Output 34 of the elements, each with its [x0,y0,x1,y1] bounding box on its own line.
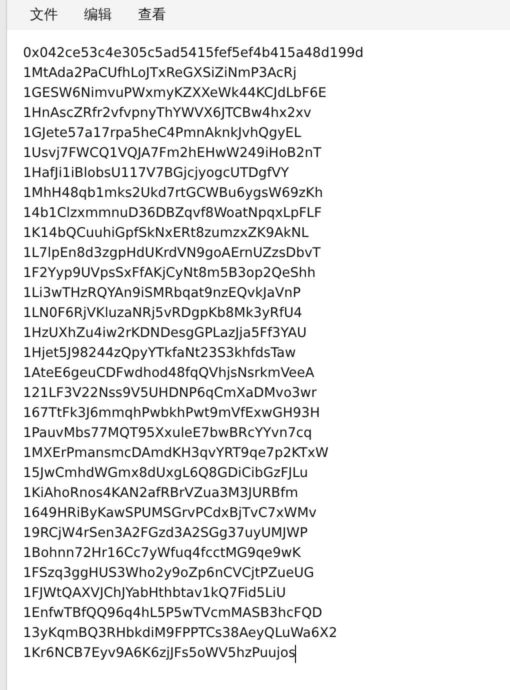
text-line: 1649HRiByKawSPUMSGrvPCdxBjTvC7xWMv [23,505,317,523]
text-line: 13yKqmBQ3RHbkdiM9FPPTCs38AeyQLuWa6X2 [23,625,338,643]
text-line: 1Usvj7FWCQ1VQJA7Fm2hEHwW249iHoB2nT [23,145,322,163]
text-line: 1KiAhoRnos4KAN2afRBrVZua3M3JURBfm [23,485,298,503]
text-line: 1FJWtQAXVJChJYabHthbtav1kQ7Fid5LiU [23,585,286,603]
text-line: 1Li3wTHzRQYAn9iSMRbqat9nzEQvkJaVnP [23,285,301,303]
text-line: 1MXErPmansmcDAmdKH3qvYRT9qe7p2KTxW [23,445,329,463]
menu-item[interactable]: 文件 [19,2,69,28]
text-line: 15JwCmhdWGmx8dUxgL6Q8GDiCibGzFJLu [23,465,308,483]
text-line: 1FSzq3ggHUS3Who2y9oZp6nCVCjtPZueUG [23,565,314,583]
text-line: 14b1ClzxmmnuD36DBZqvf8WoatNpqxLpFLF [23,205,322,223]
text-line: 1LN0F6RjVKluzaNRj5vRDgpKb8Mk3yRfU4 [23,305,302,323]
text-line: 1GESW6NimvuPWxmyKZXXeWk44KCJdLbF6E [23,85,326,103]
text-line: 1F2Yyp9UVpsSxFfAKjCyNt8m5B3op2QeShh [23,265,316,283]
text-line: 1MhH48qb1mks2Ukd7rtGCWBu6ygsW69zKh [23,185,323,203]
text-line: 1HafJi1iBlobsU117V7BGjcjyogcUTDgfVY [23,165,289,183]
text-line: 1HzUXhZu4iw2rKDNDesgGPLazJja5Ff3YAU [23,325,307,343]
text-line: 1Kr6NCB7Eyv9A6K6zjJFs5oWV5hzPuujos [23,645,296,663]
text-line: 1PauvMbs77MQT95XxuleE7bwBRcYYvn7cq [23,425,312,443]
text-line: 1GJete57a17rpa5heC4PmnAknkJvhQgyEL [23,125,302,143]
menu-item[interactable]: 查看 [127,2,177,28]
text-line: 121LF3V22Nss9V5UHDNP6qCmXaDMvo3wr [23,385,317,403]
text-line: 19RCjW4rSen3A2FGzd3A2SGg37uyUMJWP [23,525,308,543]
text-line: 1MtAda2PaCUfhLoJTxReGXSiZiNmP3AcRj [23,65,297,83]
text-line: 1AteE6geuCDFwdhod48fqQVhjsNsrkmVeeA [23,365,314,383]
text-line: 1L7lpEn8d3zgpHdUKrdVN9goAErnUZzsDbvT [23,245,321,263]
text-line: 1Bohnn72Hr16Cc7yWfuq4fcctMG9qe9wK [23,545,301,563]
menu-item[interactable]: 编辑 [73,2,123,28]
text-line: 1EnfwTBfQQ96q4hL5P5wTVcmMASB3hcFQD [23,605,322,623]
text-line: 1Hjet5J98244zQpyYTkfaNt23S3khfdsTaw [23,345,296,363]
text-line: 1HnAscZRfr2vfvpnyThYWVX6JTCBw4hx2xv [23,105,312,123]
text-line: 0x042ce53c4e305c5ad5415fef5ef4b415a48d199d [23,45,364,63]
text-line: 167TtFk3J6mmqhPwbkhPwt9mVfExwGH93H [23,405,320,423]
text-line: 1K14bQCuuhiGpfSkNxERt8zumzxZK9AkNL [23,225,309,243]
